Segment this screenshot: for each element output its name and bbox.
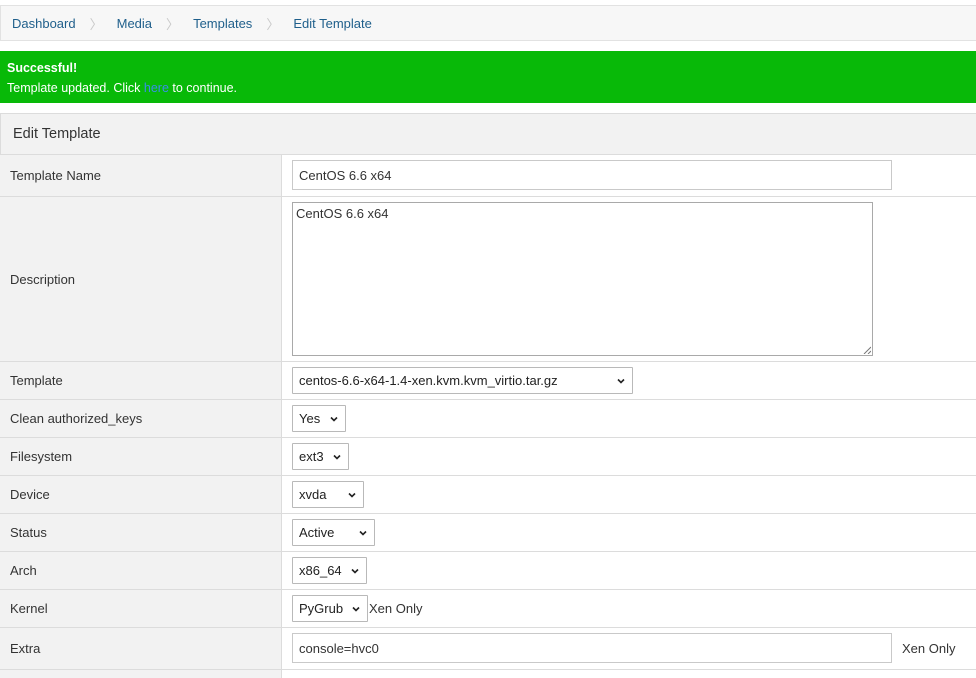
extra-label: Extra	[0, 628, 282, 669]
resize-grip-icon[interactable]	[863, 346, 871, 354]
chevron-down-icon	[359, 530, 367, 536]
template-name-row: Template Name	[0, 155, 976, 197]
description-label: Description	[0, 197, 282, 361]
status-select[interactable]: Active	[292, 519, 375, 546]
chevron-down-icon	[352, 606, 360, 612]
kernel-note: Xen Only	[369, 601, 423, 616]
breadcrumb-separator-icon: 〉	[89, 16, 103, 32]
chevron-down-icon	[617, 378, 625, 384]
extra-input[interactable]	[292, 633, 892, 663]
device-select[interactable]: xvda	[292, 481, 364, 508]
kernel-row: Kernel PyGrub Xen Only	[0, 590, 976, 628]
chevron-down-icon	[351, 568, 359, 574]
device-select-value: xvda	[299, 487, 327, 502]
breadcrumb-templates[interactable]: Templates	[193, 16, 252, 31]
alert-message-after: to continue.	[168, 81, 238, 95]
description-row: Description CentOS 6.6 x64	[0, 197, 976, 362]
panel-title: Edit Template	[1, 114, 976, 155]
kernel-label: Kernel	[0, 590, 282, 627]
breadcrumb-edit-template[interactable]: Edit Template	[293, 16, 372, 31]
chevron-down-icon	[330, 416, 338, 422]
breadcrumb-dashboard[interactable]: Dashboard	[12, 16, 76, 31]
arch-row: Arch x86_64	[0, 552, 976, 590]
kernel-select[interactable]: PyGrub	[292, 595, 368, 622]
filesystem-select-value: ext3	[299, 449, 324, 464]
extra-note: Xen Only	[902, 641, 956, 656]
template-name-label: Template Name	[0, 155, 282, 196]
alert-title: Successful!	[7, 61, 78, 75]
breadcrumb-separator-icon: 〉	[166, 16, 180, 32]
clean-keys-select-value: Yes	[299, 411, 321, 426]
clean-keys-select[interactable]: Yes	[292, 405, 346, 432]
template-select[interactable]: centos-6.6-x64-1.4-xen.kvm.kvm_virtio.ta…	[292, 367, 633, 394]
filesystem-row: Filesystem ext3	[0, 438, 976, 476]
template-label: Template	[0, 362, 282, 399]
status-row: Status Active	[0, 514, 976, 552]
chevron-down-icon	[333, 454, 341, 460]
breadcrumb-media[interactable]: Media	[117, 16, 152, 31]
alert-message: Template updated. Click here to continue…	[7, 81, 237, 95]
filesystem-label: Filesystem	[0, 438, 282, 475]
alert-message-before: Template updated. Click	[7, 81, 144, 95]
breadcrumb-separator-icon: 〉	[266, 16, 280, 32]
kernel-select-value: PyGrub	[299, 601, 344, 616]
template-row: Template centos-6.6-x64-1.4-xen.kvm.kvm_…	[0, 362, 976, 400]
success-alert: Successful! Template updated. Click here…	[0, 51, 976, 103]
description-text: CentOS 6.6 x64	[296, 206, 389, 221]
device-row: Device xvda	[0, 476, 976, 514]
filesystem-select[interactable]: ext3	[292, 443, 349, 470]
chevron-down-icon	[348, 492, 356, 498]
next-row-label	[0, 670, 282, 678]
arch-select[interactable]: x86_64	[292, 557, 367, 584]
template-name-input[interactable]	[292, 160, 892, 190]
continue-link[interactable]: here	[144, 81, 169, 95]
clean-keys-row: Clean authorized_keys Yes	[0, 400, 976, 438]
description-textarea[interactable]: CentOS 6.6 x64	[292, 202, 873, 356]
extra-row: Extra Xen Only	[0, 628, 976, 670]
next-row	[0, 670, 976, 678]
template-select-value: centos-6.6-x64-1.4-xen.kvm.kvm_virtio.ta…	[299, 373, 558, 388]
device-label: Device	[0, 476, 282, 513]
arch-label: Arch	[0, 552, 282, 589]
arch-select-value: x86_64	[299, 563, 342, 578]
status-label: Status	[0, 514, 282, 551]
breadcrumb: Dashboard 〉 Media 〉 Templates 〉 Edit Tem…	[0, 5, 976, 41]
clean-keys-label: Clean authorized_keys	[0, 400, 282, 437]
status-select-value: Active	[299, 525, 335, 540]
